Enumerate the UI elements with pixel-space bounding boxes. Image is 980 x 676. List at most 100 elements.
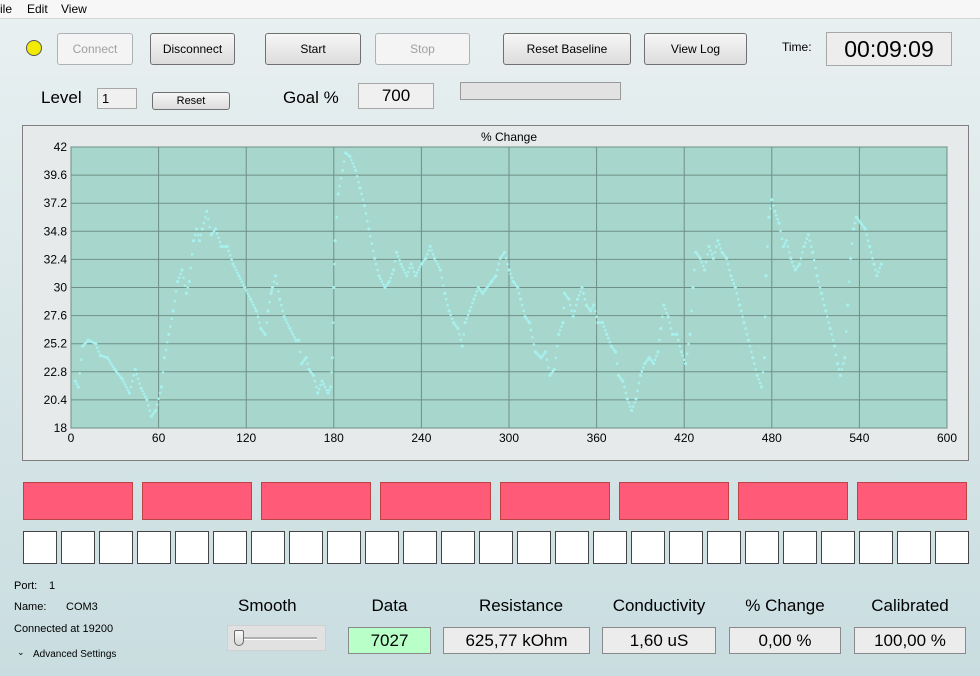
- data-point: [843, 356, 847, 360]
- trace-dot: [390, 272, 394, 276]
- indicator-cell-top: [499, 482, 610, 520]
- data-point: [438, 268, 442, 272]
- data-point: [377, 274, 381, 278]
- data-point: [192, 239, 196, 243]
- level-reset-button[interactable]: Reset: [152, 92, 230, 110]
- trace-dot: [379, 277, 382, 281]
- trace-dot: [360, 192, 363, 196]
- data-point: [428, 244, 432, 249]
- trace-dot: [459, 338, 463, 342]
- trace-dot: [366, 219, 369, 223]
- trace-dot: [761, 371, 765, 374]
- indicator-cell-bottom: [61, 531, 95, 564]
- data-point: [724, 256, 729, 260]
- advanced-settings-link[interactable]: Advanced Settings: [33, 649, 116, 660]
- data-point: [863, 227, 867, 231]
- trace-dot: [769, 207, 772, 210]
- data-point: [269, 291, 273, 295]
- data-point: [162, 356, 167, 360]
- connect-button[interactable]: Connect: [57, 33, 133, 65]
- data-point: [605, 332, 609, 336]
- data-point: [580, 285, 584, 290]
- data-point: [846, 303, 850, 307]
- trace-dot: [655, 354, 658, 358]
- data-point: [392, 268, 396, 272]
- trace-dot: [823, 303, 826, 307]
- trace-dot: [827, 321, 831, 324]
- data-point: [824, 309, 828, 313]
- data-point: [613, 350, 618, 354]
- data-point: [543, 350, 548, 354]
- trace-dot: [290, 330, 293, 333]
- data-point: [316, 391, 320, 395]
- menu-file[interactable]: ile: [0, 2, 12, 16]
- trace-dot: [442, 284, 445, 287]
- trace-dot: [847, 280, 851, 283]
- smooth-slider[interactable]: [227, 625, 326, 651]
- trace-dot: [677, 338, 680, 342]
- data-point: [592, 303, 596, 307]
- x-tick-label: 600: [937, 431, 957, 445]
- trace-dot: [685, 352, 689, 356]
- trace-dot: [233, 265, 236, 269]
- trace-dot: [497, 262, 501, 266]
- data-point: [463, 321, 467, 325]
- trace-dot: [265, 321, 268, 324]
- trace-dot: [206, 217, 210, 221]
- data-point: [447, 309, 451, 313]
- trace-dot: [633, 401, 636, 404]
- trace-dot: [450, 317, 454, 321]
- data-point: [561, 321, 565, 325]
- trace-dot: [706, 253, 709, 256]
- trace-dot: [471, 301, 474, 305]
- data-point: [621, 379, 625, 383]
- start-button[interactable]: Start: [265, 33, 361, 65]
- data-point: [456, 326, 460, 331]
- trace-dot: [627, 401, 631, 404]
- trace-dot: [123, 383, 127, 386]
- menu-edit[interactable]: Edit: [27, 2, 48, 16]
- trace-dot: [825, 315, 829, 319]
- trace-dot: [317, 387, 321, 391]
- status-led-icon: [26, 40, 42, 56]
- level-label: Level: [41, 88, 82, 107]
- trace-dot: [799, 256, 803, 260]
- data-point: [625, 397, 629, 401]
- data-point: [707, 244, 711, 249]
- data-label: Data: [371, 596, 408, 615]
- data-point: [519, 297, 523, 301]
- reset-baseline-button[interactable]: Reset Baseline: [503, 33, 631, 65]
- trace-dot: [555, 344, 559, 348]
- indicator-cell-bottom: [213, 531, 247, 564]
- trace-dot: [298, 350, 302, 354]
- menu-view[interactable]: View: [61, 2, 87, 16]
- trace-dot: [389, 276, 393, 280]
- data-point: [127, 391, 131, 395]
- x-tick-label: 540: [849, 431, 869, 445]
- slider-thumb[interactable]: [234, 630, 244, 646]
- trace-dot: [437, 265, 441, 269]
- level-input[interactable]: 1: [97, 88, 137, 109]
- trace-dot: [771, 204, 775, 207]
- data-point: [662, 303, 666, 307]
- y-tick-label: 37.2: [44, 196, 68, 210]
- trace-dot: [754, 368, 758, 371]
- data-point: [336, 192, 340, 196]
- trace-dot: [604, 329, 607, 332]
- trace-dot: [135, 372, 138, 376]
- data-point: [802, 244, 806, 249]
- x-tick-label: 0: [68, 431, 75, 445]
- goal-input[interactable]: 700: [358, 83, 434, 109]
- trace-dot: [522, 309, 525, 313]
- trace-dot: [406, 270, 410, 274]
- stop-button[interactable]: Stop: [375, 33, 470, 65]
- disconnect-button[interactable]: Disconnect: [150, 33, 235, 65]
- data-point: [432, 256, 437, 260]
- data-point: [358, 186, 362, 190]
- trace-dot: [333, 262, 336, 266]
- chevron-double-down-icon[interactable]: ⌄: [17, 647, 25, 658]
- trace-dot: [427, 249, 431, 252]
- trace-dot: [431, 253, 435, 256]
- view-log-button[interactable]: View Log: [644, 33, 747, 65]
- data-point: [205, 209, 209, 213]
